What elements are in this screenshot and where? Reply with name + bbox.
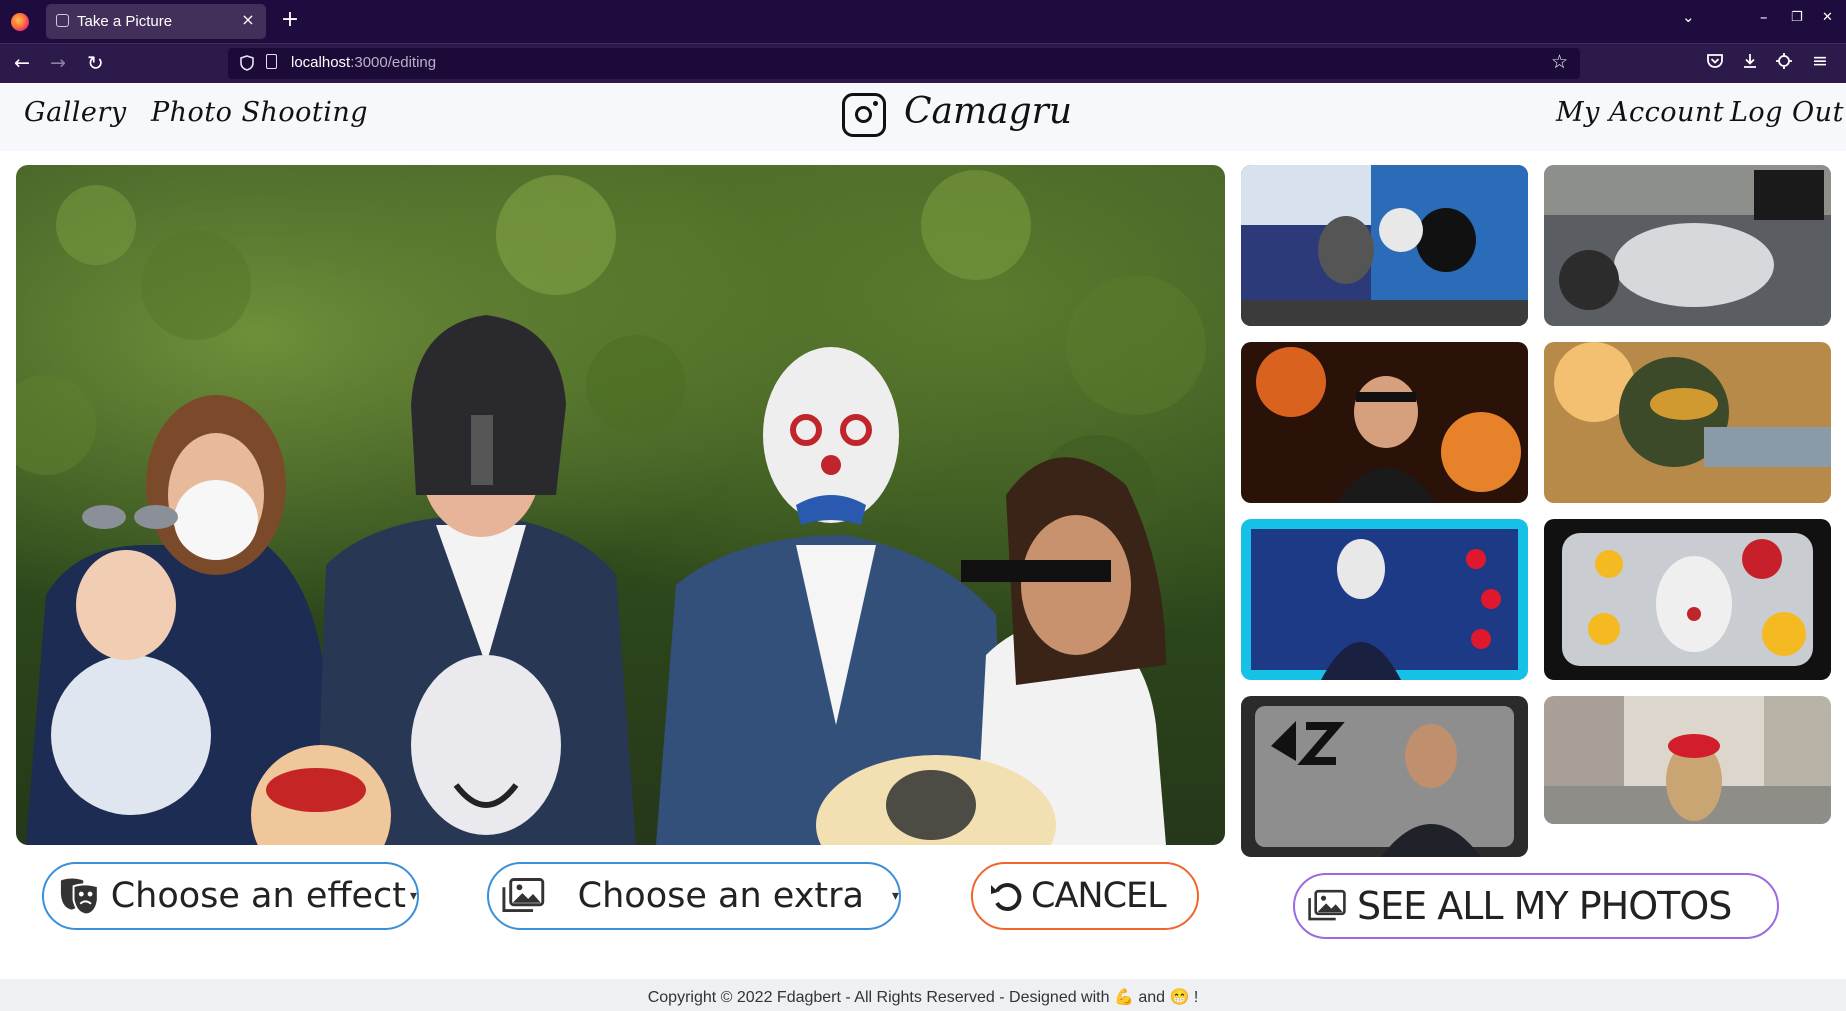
tab-favicon-icon (56, 14, 69, 27)
tab-title: Take a Picture (77, 13, 173, 30)
nav-link-photo-shooting[interactable]: Photo Shooting (151, 97, 368, 128)
browser-tab[interactable]: Take a Picture × (46, 4, 266, 39)
url-text[interactable]: localhost:3000/editing (291, 54, 436, 71)
pocket-icon[interactable] (1706, 52, 1724, 70)
back-arrow-icon[interactable]: ← (14, 51, 30, 75)
address-bar[interactable]: localhost:3000/editing ☆ (228, 48, 1580, 79)
see-all-photos-button[interactable]: SEE ALL MY PHOTOS (1293, 873, 1779, 939)
gallery-thumbnail[interactable] (1241, 342, 1528, 503)
tracking-shield-icon[interactable] (240, 55, 254, 71)
choose-effect-dropdown[interactable]: Choose an effect ▾ (42, 862, 419, 930)
tab-close-icon[interactable]: × (238, 10, 258, 30)
images-icon (1308, 889, 1346, 921)
gallery-thumbnail[interactable] (1544, 519, 1831, 680)
nav-link-gallery[interactable]: Gallery (24, 97, 127, 128)
firefox-logo-icon[interactable] (11, 13, 29, 31)
nav-link-log-out[interactable]: Log Out (1730, 97, 1844, 128)
app-menu-icon[interactable]: ≡ (1812, 50, 1828, 72)
see-all-label: SEE ALL MY PHOTOS (1357, 884, 1732, 928)
close-window-icon[interactable]: ✕ (1822, 10, 1833, 25)
camera-logo-icon[interactable] (842, 93, 886, 137)
restore-window-icon[interactable]: ❐ (1791, 10, 1803, 25)
new-tab-icon[interactable]: + (278, 9, 302, 31)
page-info-icon[interactable] (266, 54, 277, 69)
edited-photo-preview (16, 165, 1225, 845)
choose-extra-dropdown[interactable]: Choose an extra ▾ (487, 862, 901, 930)
effect-label: Choose an effect (110, 876, 406, 916)
gallery-thumbnail[interactable] (1241, 696, 1528, 857)
gallery-thumbnail[interactable] (1241, 519, 1528, 680)
reload-icon[interactable]: ↻ (87, 51, 104, 75)
download-icon[interactable] (1741, 52, 1759, 70)
list-tabs-icon[interactable]: ⌄ (1682, 8, 1695, 26)
nav-link-my-account[interactable]: My Account (1556, 97, 1724, 128)
undo-icon (991, 883, 1022, 911)
theater-masks-icon (60, 878, 99, 916)
cancel-label: CANCEL (1031, 876, 1167, 916)
extensions-icon[interactable] (1775, 52, 1793, 70)
browser-toolbar: ← → ↻ localhost:3000/editing ☆ ≡ (0, 43, 1846, 83)
extra-label: Choose an extra (577, 876, 864, 916)
images-icon (502, 878, 545, 913)
bookmark-star-icon[interactable]: ☆ (1551, 51, 1568, 73)
gallery-thumbnail[interactable] (1544, 342, 1831, 503)
brand-name[interactable]: Camagru (904, 91, 1072, 132)
gallery-thumbnail[interactable] (1544, 696, 1831, 824)
site-header: Gallery Photo Shooting Camagru My Accoun… (0, 83, 1846, 151)
cancel-button[interactable]: CANCEL (971, 862, 1199, 930)
gallery-thumbnail[interactable] (1544, 165, 1831, 326)
browser-tab-bar: Take a Picture × + ⌄ – ❐ ✕ (0, 0, 1846, 43)
forward-arrow-icon[interactable]: → (50, 51, 66, 75)
footer: Copyright © 2022 Fdagbert - All Rights R… (0, 979, 1846, 1011)
gallery-thumbnail[interactable] (1241, 165, 1528, 326)
footer-copyright: Copyright © 2022 Fdagbert - All Rights R… (647, 989, 1199, 1006)
chevron-down-icon: ▾ (891, 888, 899, 904)
chevron-down-icon: ▾ (409, 888, 417, 904)
minimize-window-icon[interactable]: – (1760, 8, 1768, 26)
